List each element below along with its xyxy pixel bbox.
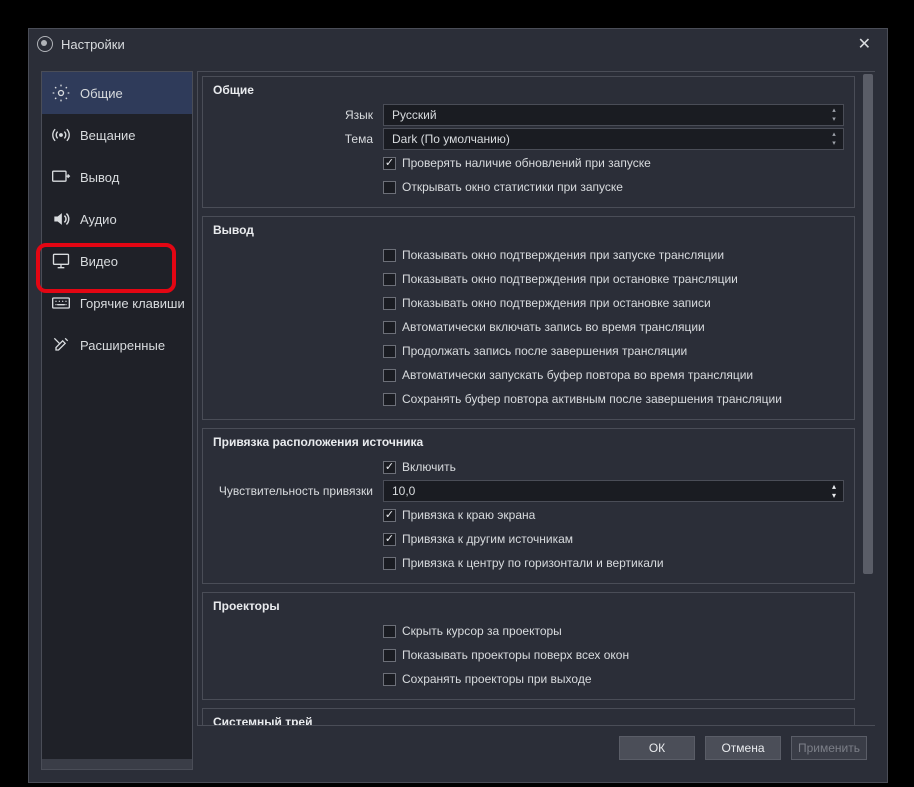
sidebar-item-stream[interactable]: Вещание [42, 114, 192, 156]
titlebar: Настройки ✕ [29, 29, 887, 59]
group-output: Вывод Показывать окно подтверждения при … [202, 216, 855, 420]
keyboard-icon [50, 292, 72, 314]
tools-icon [50, 334, 72, 356]
proj-save-exit-checkbox[interactable]: Сохранять проекторы при выходе [383, 672, 592, 686]
monitor-icon [50, 250, 72, 272]
speaker-icon [50, 208, 72, 230]
proj-hide-cursor-checkbox[interactable]: Скрыть курсор за проекторы [383, 624, 562, 638]
group-header: Общие [203, 77, 854, 103]
apply-button[interactable]: Применить [791, 736, 867, 760]
settings-window: Настройки ✕ Общие Вещание Вывод Аудио [28, 28, 888, 783]
content-area: Общие Язык Русский▴▾ Тема Dark (По умолч… [197, 71, 875, 726]
sidebar-item-label: Вещание [80, 128, 136, 143]
broadcast-icon [50, 124, 72, 146]
cancel-button[interactable]: Отмена [705, 736, 781, 760]
theme-combo[interactable]: Dark (По умолчанию)▴▾ [383, 128, 844, 150]
snap-enable-checkbox[interactable]: Включить [383, 460, 456, 474]
group-header: Привязка расположения источника [203, 429, 854, 455]
sidebar-scrollbar[interactable] [42, 759, 192, 769]
theme-label: Тема [213, 132, 383, 146]
footer: ОК Отмена Применить [197, 726, 875, 770]
open-stats-checkbox[interactable]: Открывать окно статистики при запуске [383, 180, 623, 194]
proj-always-top-checkbox[interactable]: Показывать проекторы поверх всех окон [383, 648, 629, 662]
sidebar-item-label: Горячие клавиши [80, 296, 184, 311]
content-scrollbar[interactable] [861, 72, 875, 725]
group-systray: Системный трей Включить [202, 708, 855, 726]
gear-icon [50, 82, 72, 104]
sidebar-item-label: Расширенные [80, 338, 165, 353]
confirm-stop-stream-checkbox[interactable]: Показывать окно подтверждения при остано… [383, 272, 738, 286]
confirm-start-stream-checkbox[interactable]: Показывать окно подтверждения при запуск… [383, 248, 724, 262]
group-header: Системный трей [203, 709, 854, 726]
group-snapping: Привязка расположения источника Включить… [202, 428, 855, 584]
output-icon [50, 166, 72, 188]
auto-record-checkbox[interactable]: Автоматически включать запись во время т… [383, 320, 705, 334]
sidebar-item-label: Общие [80, 86, 123, 101]
check-updates-checkbox[interactable]: Проверять наличие обновлений при запуске [383, 156, 651, 170]
app-icon [37, 36, 53, 52]
window-title: Настройки [61, 37, 125, 52]
scrollbar-thumb[interactable] [863, 74, 873, 574]
confirm-stop-record-checkbox[interactable]: Показывать окно подтверждения при остано… [383, 296, 711, 310]
sidebar-item-general[interactable]: Общие [42, 72, 192, 114]
ok-button[interactable]: ОК [619, 736, 695, 760]
sidebar-item-advanced[interactable]: Расширенные [42, 324, 192, 366]
snap-other-checkbox[interactable]: Привязка к другим источникам [383, 532, 573, 546]
lang-combo[interactable]: Русский▴▾ [383, 104, 844, 126]
lang-label: Язык [213, 108, 383, 122]
group-general: Общие Язык Русский▴▾ Тема Dark (По умолч… [202, 76, 855, 208]
sidebar-item-label: Аудио [80, 212, 117, 227]
group-projectors: Проекторы Скрыть курсор за проекторы Пок… [202, 592, 855, 700]
sidebar-item-label: Видео [80, 254, 118, 269]
group-header: Вывод [203, 217, 854, 243]
close-icon[interactable]: ✕ [850, 30, 879, 58]
sidebar: Общие Вещание Вывод Аудио Видео Горячие … [41, 71, 193, 770]
snap-sens-spinbox[interactable]: 10,0▴▾ [383, 480, 844, 502]
snap-edge-checkbox[interactable]: Привязка к краю экрана [383, 508, 535, 522]
keep-record-checkbox[interactable]: Продолжать запись после завершения транс… [383, 344, 687, 358]
sidebar-item-audio[interactable]: Аудио [42, 198, 192, 240]
group-header: Проекторы [203, 593, 854, 619]
snap-sens-label: Чувствительность привязки [213, 484, 383, 498]
sidebar-item-output[interactable]: Вывод [42, 156, 192, 198]
sidebar-item-label: Вывод [80, 170, 119, 185]
sidebar-item-hotkeys[interactable]: Горячие клавиши [42, 282, 192, 324]
sidebar-item-video[interactable]: Видео [42, 240, 192, 282]
keep-replay-checkbox[interactable]: Сохранять буфер повтора активным после з… [383, 392, 782, 406]
snap-center-checkbox[interactable]: Привязка к центру по горизонтали и верти… [383, 556, 664, 570]
auto-replay-checkbox[interactable]: Автоматически запускать буфер повтора во… [383, 368, 753, 382]
